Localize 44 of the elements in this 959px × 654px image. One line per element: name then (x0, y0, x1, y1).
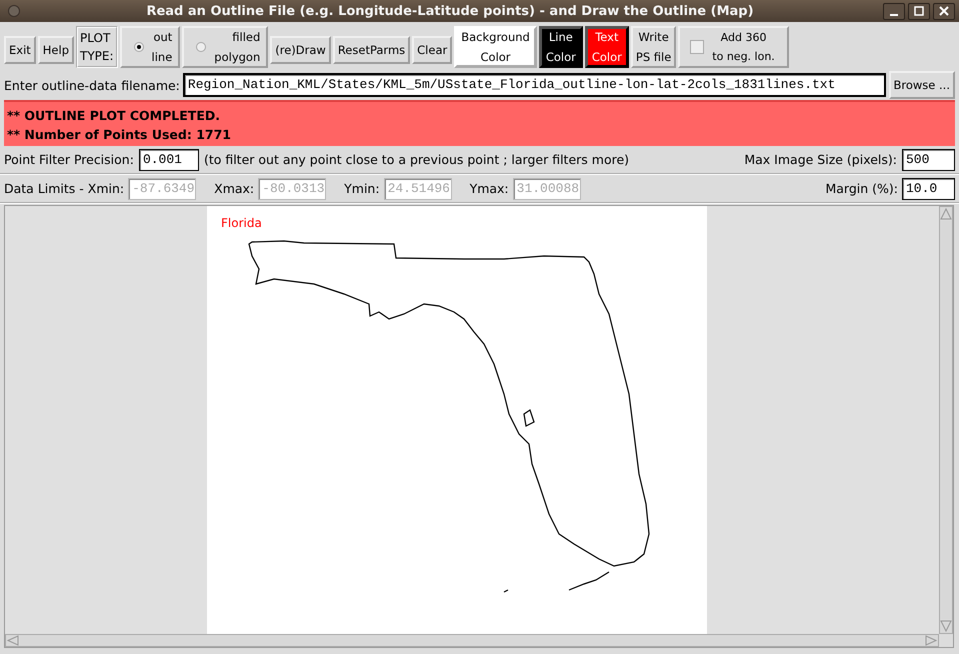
status-message: ** OUTLINE PLOT COMPLETED. (7, 107, 221, 125)
image-size-label: Max Image Size (pixels): (744, 152, 897, 167)
image-size-field[interactable]: 500 (902, 148, 955, 170)
color-button[interactable]: Text Color (584, 26, 629, 68)
filename-label: Enter outline-data filename: (4, 78, 180, 92)
toolbar-button[interactable]: Exit (4, 36, 36, 64)
browse-button[interactable]: Browse ... (888, 71, 955, 99)
precision-field[interactable]: 0.001 (138, 148, 199, 170)
close-button[interactable] (933, 2, 955, 20)
limit-label: Ymin: (344, 181, 380, 196)
scroll-right-icon[interactable] (924, 635, 938, 646)
close-icon (937, 5, 951, 17)
limit-label: Ymax: (470, 181, 509, 196)
toolbar-button[interactable]: Write PS file (630, 26, 676, 68)
minimize-button[interactable] (883, 2, 905, 20)
plot-title: Florida (221, 216, 262, 230)
color-button[interactable]: Line Color (538, 26, 583, 68)
scroll-left-icon[interactable] (6, 635, 20, 646)
filename-field[interactable]: Region_Nation_KML/States/KML_5m/USstate_Florida_outline-lon-lat-2cols_1831lines.txt (182, 73, 886, 97)
maximize-button[interactable] (908, 2, 930, 20)
maximize-icon (912, 5, 926, 17)
status-message: ** Number of Points Used: 1771 (7, 126, 232, 144)
precision-hint: (to filter out any point close to a previous point ; larger filters more) (204, 152, 630, 167)
radio-button[interactable]: out line (120, 26, 180, 68)
margin-field[interactable]: 10.0 (902, 178, 955, 200)
window-title: Read an Outline File (e.g. Longitude-Latitude points) - and Draw the Outline (Map) (145, 4, 755, 18)
checkbox-button[interactable]: Add 360 to neg. lon. (678, 26, 789, 68)
data-limits-label: Data Limits - Xmin: (4, 181, 124, 196)
minimize-icon (889, 14, 899, 16)
vertical-scrollbar[interactable] (939, 206, 953, 634)
color-button[interactable]: Background Color (454, 26, 537, 68)
toolbar-button[interactable]: Help (38, 36, 74, 64)
scroll-down-icon[interactable] (940, 619, 952, 633)
toolbar-button[interactable]: (re)Draw (270, 36, 331, 64)
margin-label: Margin (%): (825, 181, 898, 196)
window-menu-icon[interactable] (8, 5, 20, 17)
plot-type-label: PLOT TYPE: (76, 26, 118, 68)
toolbar-button[interactable]: ResetParms (332, 36, 410, 64)
scroll-up-icon[interactable] (940, 207, 952, 221)
toolbar-button[interactable]: Clear (412, 36, 452, 64)
radio-button[interactable]: filled polygon (182, 26, 268, 68)
limit-label: Xmax: (214, 181, 254, 196)
precision-label: Point Filter Precision: (4, 152, 134, 167)
horizontal-scrollbar[interactable] (5, 634, 939, 647)
